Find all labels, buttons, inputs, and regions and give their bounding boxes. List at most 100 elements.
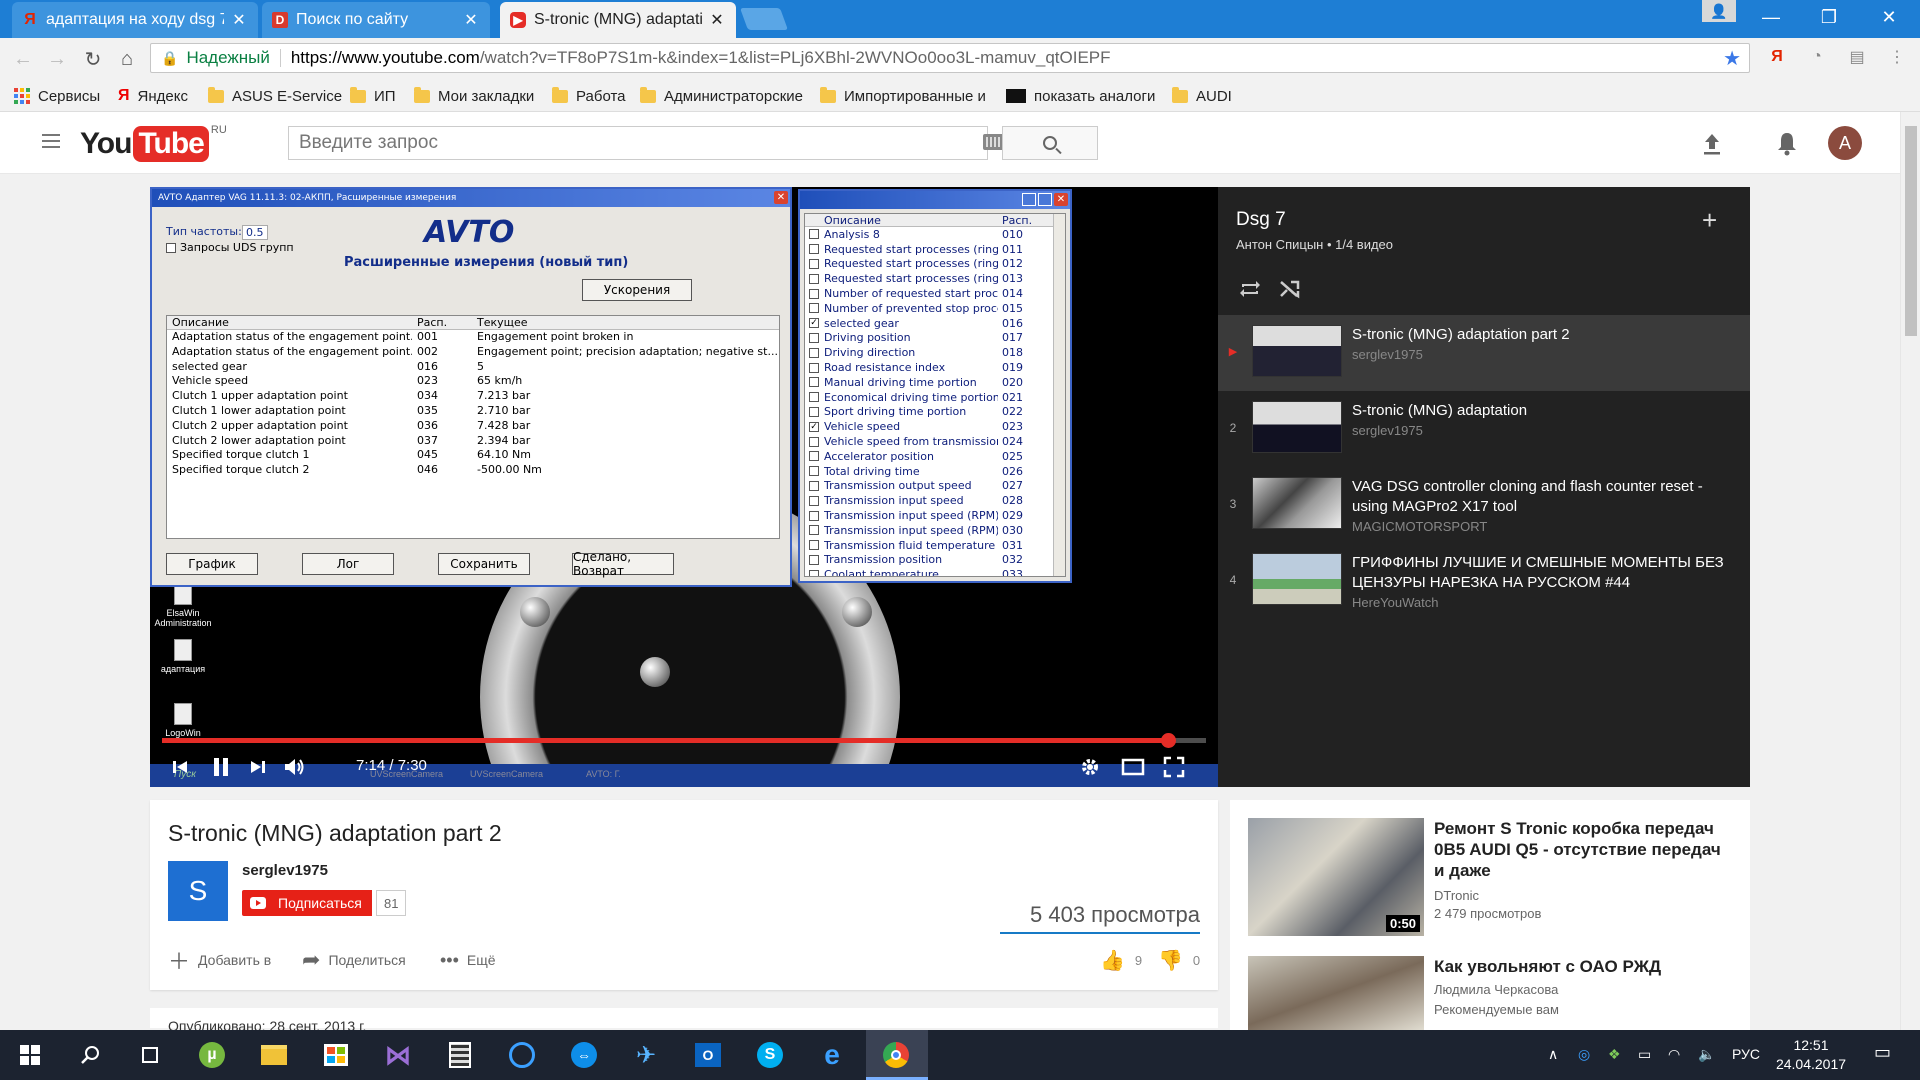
bookmark-yandex[interactable]: Я Яндекс (118, 86, 188, 106)
youtube-logo[interactable]: You Tube RU (80, 124, 227, 162)
channel-name[interactable]: serglev1975 (242, 862, 328, 879)
hamburger-menu-icon[interactable] (42, 134, 60, 148)
close-icon[interactable]: ✕ (230, 10, 248, 30)
previous-icon[interactable] (168, 753, 192, 781)
tray-chevron-icon[interactable]: ∧ (1548, 1046, 1558, 1063)
add-to-button[interactable]: ＋ Добавить в (168, 948, 271, 974)
add-playlist-icon[interactable]: + (1702, 205, 1717, 236)
copilot-ring-icon[interactable] (506, 1039, 538, 1071)
back-arrow-icon[interactable]: ← (10, 46, 36, 72)
bookmark-asus[interactable]: ASUS E-Service (208, 86, 342, 106)
dislike-button[interactable]: 👎 0 (1158, 948, 1200, 972)
video-thumbnail[interactable]: 0:50 (1248, 818, 1424, 936)
browser-tab-search[interactable]: D Поиск по сайту ✕ (262, 2, 490, 38)
bookmark-my-bookmarks[interactable]: Мои закладки (414, 86, 534, 106)
skype-icon[interactable]: S (754, 1039, 786, 1071)
shuffle-icon[interactable] (1276, 275, 1304, 303)
avatar[interactable]: A (1828, 126, 1862, 160)
video-player[interactable]: ElsaWin Administration адаптация LogoWin… (150, 187, 1218, 787)
scrubber-handle[interactable] (1161, 733, 1177, 748)
video-thumbnail[interactable] (1252, 325, 1342, 377)
loop-icon[interactable] (1236, 275, 1264, 303)
close-icon[interactable]: ✕ (462, 10, 480, 30)
bookmark-work[interactable]: Работа (552, 86, 626, 106)
tray-app-icon[interactable]: ◎ (1578, 1046, 1590, 1063)
settings-gear-icon[interactable] (1076, 753, 1104, 781)
search-input[interactable] (288, 126, 988, 160)
playlist-title[interactable]: Dsg 7 (1236, 209, 1286, 231)
system-clock[interactable]: 12:51 24.04.2017 (1766, 1036, 1856, 1074)
fullscreen-icon[interactable] (1160, 753, 1188, 781)
bookmark-services[interactable]: Сервисы (14, 86, 100, 106)
edge-icon[interactable]: e (816, 1039, 848, 1071)
language-indicator[interactable]: РУС (1732, 1046, 1760, 1062)
bookmark-show-analogs[interactable]: показать аналоги (1006, 86, 1155, 106)
channel-avatar[interactable]: S (168, 861, 228, 921)
notifications-icon[interactable]: ▭ (1874, 1042, 1891, 1063)
restore-icon[interactable]: ❐ (1806, 0, 1852, 34)
search-icon[interactable] (74, 1039, 106, 1071)
close-icon[interactable]: ✕ (708, 10, 726, 30)
playlist-item[interactable]: ▶ S-tronic (MNG) adaptation part 2 serglev… (1218, 315, 1750, 391)
playlist-item[interactable]: 2 S-tronic (MNG) adaptation serglev1975 (1218, 391, 1750, 467)
browser-tab-yandex[interactable]: Я адаптация на ходу dsg 7 ✕ (12, 2, 258, 38)
recommended-video[interactable]: 0:50 Ремонт S Tronic коробка передач 0B5… (1248, 818, 1738, 938)
tray-dropbox-icon[interactable]: ❖ (1608, 1046, 1621, 1063)
store-icon[interactable] (320, 1039, 352, 1071)
recommended-video[interactable]: Как увольняют с ОАО РЖД Людмила Черкасов… (1248, 956, 1738, 1030)
forward-arrow-icon[interactable]: → (44, 46, 70, 72)
outlook-icon[interactable]: O (692, 1039, 724, 1071)
extension-icon[interactable]: ◔ (1806, 46, 1828, 68)
teamviewer-icon[interactable]: ⇔ (568, 1039, 600, 1071)
upload-icon[interactable] (1702, 132, 1722, 156)
video-thumbnail[interactable] (1252, 477, 1342, 529)
scrollbar-thumb[interactable] (1905, 126, 1917, 336)
battery-icon[interactable]: ▭ (1638, 1046, 1651, 1063)
menu-dots-icon[interactable]: ⋮ (1886, 46, 1908, 68)
home-icon[interactable]: ⌂ (114, 46, 140, 72)
new-tab-button[interactable] (739, 8, 789, 30)
windows-start-icon[interactable] (14, 1039, 46, 1071)
user-profile-icon[interactable]: 👤 (1702, 0, 1736, 22)
bell-icon[interactable] (1776, 130, 1798, 156)
window-close-icon[interactable]: ✕ (1866, 0, 1912, 34)
volume-icon[interactable] (280, 753, 310, 781)
visual-studio-icon[interactable]: ⋈ (382, 1039, 414, 1071)
bookmark-star-icon[interactable]: ★ (1723, 46, 1741, 71)
yandex-extension-icon[interactable]: Я (1766, 46, 1788, 68)
reload-icon[interactable]: ↻ (80, 46, 106, 72)
share-button[interactable]: ➦ Поделиться (302, 947, 406, 972)
subscribe-button[interactable]: Подписаться (242, 890, 372, 916)
utorrent-icon[interactable]: µ (196, 1039, 228, 1071)
bookmark-ip[interactable]: ИП (350, 86, 396, 106)
more-button[interactable]: ••• Ещё (440, 948, 496, 972)
task-view-icon[interactable] (134, 1039, 166, 1071)
video-thumbnail[interactable] (1248, 956, 1424, 1030)
next-icon[interactable] (246, 753, 270, 781)
progress-bar[interactable] (162, 733, 1206, 748)
browser-tab-youtube[interactable]: ▶ S-tronic (MNG) adaptatio ✕ (500, 2, 736, 38)
search-button[interactable] (1002, 126, 1098, 160)
video-thumbnail[interactable] (1252, 401, 1342, 453)
recommended-title[interactable]: Как увольняют с ОАО РЖД (1434, 956, 1724, 977)
page-scrollbar[interactable] (1900, 112, 1920, 1030)
playlist-item[interactable]: 4 ГРИФФИНЫ ЛУЧШИЕ И СМЕШНЫЕ МОМЕНТЫ БЕЗ Ц… (1218, 543, 1750, 619)
airplane-app-icon[interactable]: ✈ (630, 1039, 662, 1071)
bookmark-audi[interactable]: AUDI (1172, 86, 1232, 106)
address-bar[interactable]: 🔒 Надежный https://www.youtube.com/watch… (150, 43, 1750, 73)
playlist-item[interactable]: 3 VAG DSG controller cloning and flash co… (1218, 467, 1750, 543)
wifi-icon[interactable]: ◠ (1668, 1046, 1680, 1063)
speaker-icon[interactable]: 🔈 (1698, 1046, 1715, 1063)
like-button[interactable]: 👍 9 (1100, 948, 1142, 972)
calculator-icon[interactable] (444, 1039, 476, 1071)
pause-icon[interactable] (206, 753, 236, 781)
pdf-extension-icon[interactable]: ▤ (1846, 46, 1868, 68)
video-thumbnail[interactable] (1252, 553, 1342, 605)
recommended-title[interactable]: Ремонт S Tronic коробка передач 0B5 AUDI… (1434, 818, 1724, 881)
bookmark-imported[interactable]: Импортированные и (820, 86, 996, 106)
bookmark-admin[interactable]: Администраторские (640, 86, 803, 106)
file-explorer-icon[interactable] (258, 1039, 290, 1071)
theater-mode-icon[interactable] (1118, 753, 1148, 781)
chrome-icon[interactable] (880, 1039, 912, 1071)
minimize-icon[interactable]: — (1748, 0, 1794, 34)
